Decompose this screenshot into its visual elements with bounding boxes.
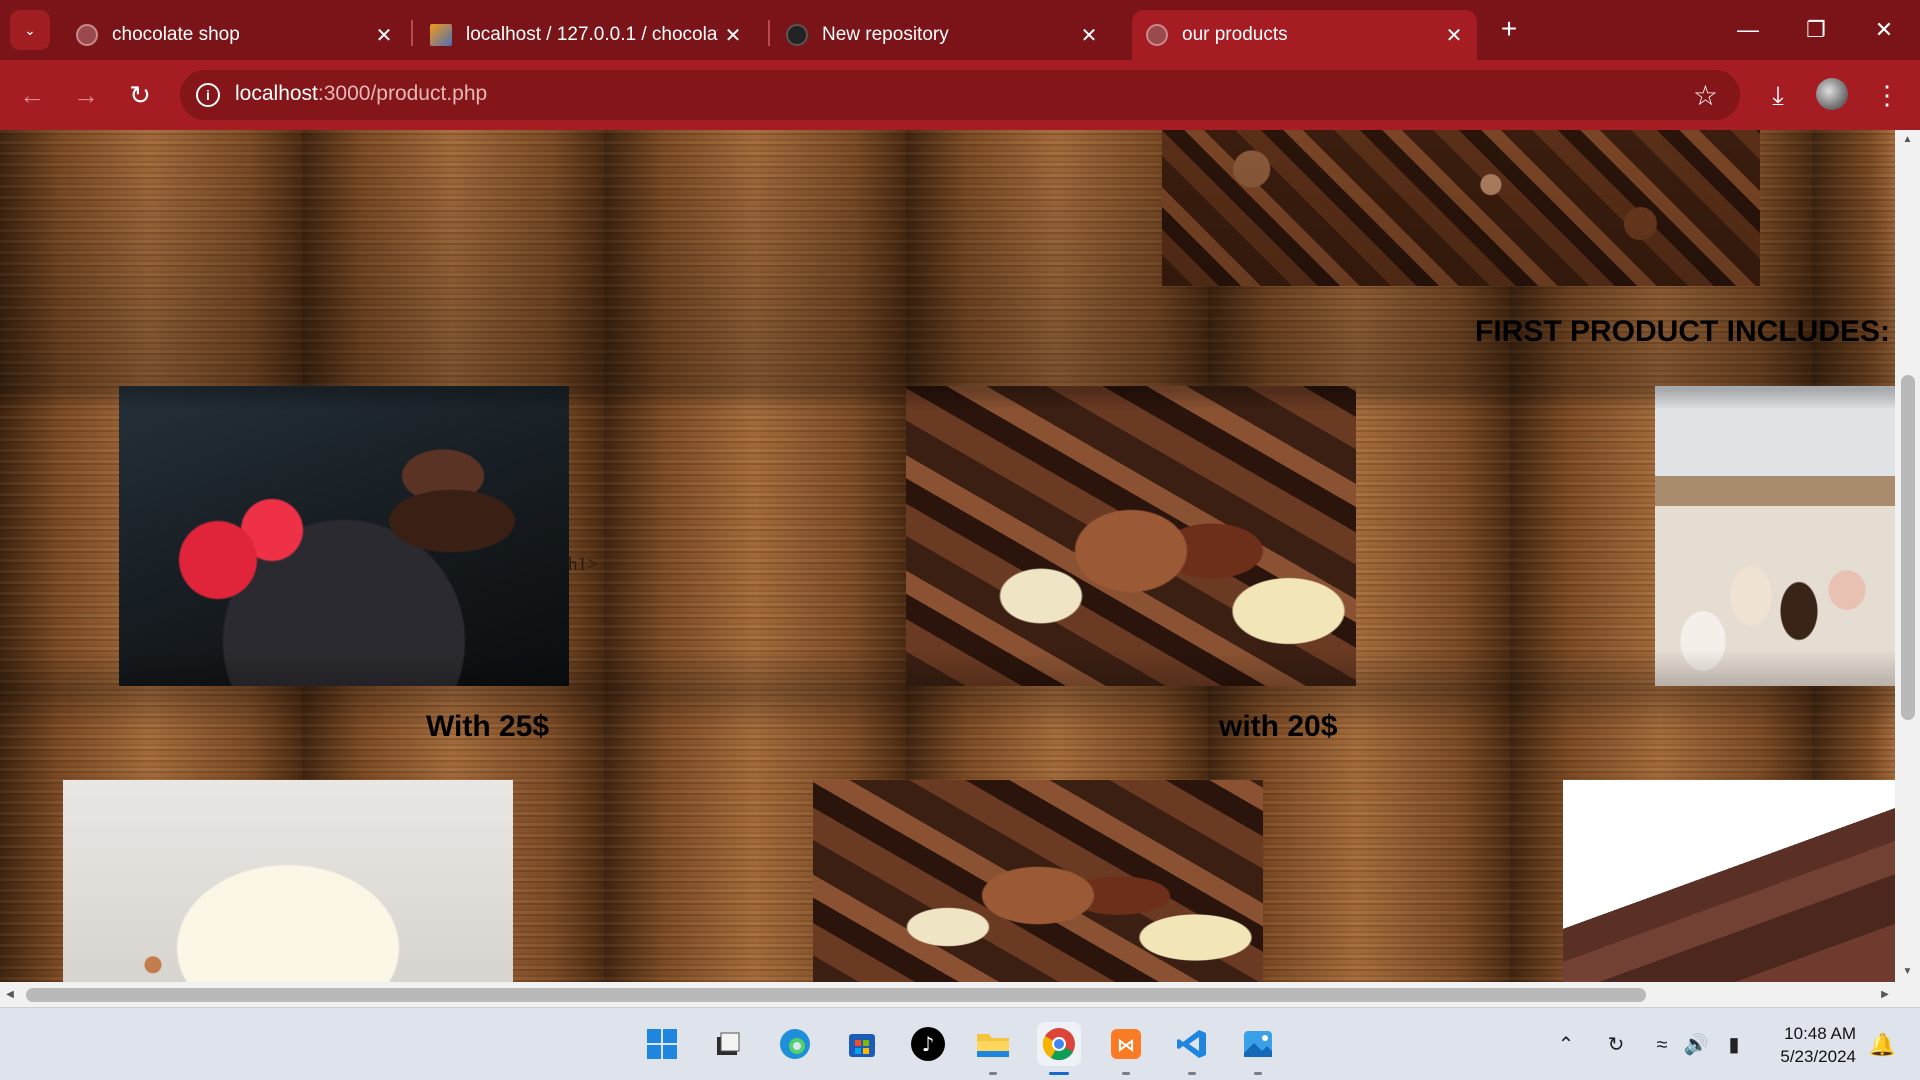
globe-icon xyxy=(76,24,98,46)
tab-separator xyxy=(411,20,413,46)
running-indicator xyxy=(1188,1072,1196,1075)
vertical-scrollbar[interactable]: ▲ ▼ xyxy=(1895,130,1920,982)
tab-label: New repository xyxy=(822,24,949,45)
arrow-left-icon: ← xyxy=(19,80,45,110)
system-clock[interactable]: 10:48 AM 5/23/2024 xyxy=(1780,1022,1856,1068)
vertical-scroll-thumb[interactable] xyxy=(1901,375,1915,720)
edge-icon[interactable] xyxy=(773,1022,817,1066)
new-tab-button[interactable]: + xyxy=(1492,12,1526,46)
close-icon[interactable]: ✕ xyxy=(1439,23,1469,48)
scrollbar-corner xyxy=(1895,982,1920,1007)
close-window-button[interactable]: ✕ xyxy=(1864,12,1904,48)
donut-display-image xyxy=(1655,386,1895,686)
url-host: localhost xyxy=(235,82,318,105)
browser-toolbar: ← → ↻ i localhost:3000/product.php ☆ ⤓ ⋮ xyxy=(0,60,1920,130)
chevron-down-icon: ⌄ xyxy=(24,21,36,38)
arrow-right-icon: → xyxy=(73,80,99,110)
volume-icon[interactable]: 🔊 xyxy=(1681,1030,1711,1060)
price-label-2: with 20$ xyxy=(1219,710,1338,743)
scroll-right-arrow-icon[interactable]: ▶ xyxy=(1875,982,1895,1007)
microsoft-store-icon[interactable] xyxy=(840,1022,884,1066)
reload-button[interactable]: ↻ xyxy=(122,77,158,113)
address-bar[interactable]: i localhost:3000/product.php ☆ xyxy=(180,70,1740,120)
svg-text:⋈: ⋈ xyxy=(1117,1035,1135,1056)
github-icon xyxy=(786,24,808,46)
file-explorer-icon[interactable] xyxy=(971,1022,1015,1075)
info-icon[interactable]: i xyxy=(196,83,220,107)
running-indicator xyxy=(989,1072,997,1075)
tab-phpmyadmin[interactable]: localhost / 127.0.0.1 / chocolate ✕ xyxy=(416,10,756,60)
reload-icon: ↻ xyxy=(129,80,151,110)
scroll-down-arrow-icon[interactable]: ▼ xyxy=(1895,962,1920,982)
close-icon[interactable]: ✕ xyxy=(718,23,748,48)
tab-separator xyxy=(768,20,770,46)
photos-icon[interactable] xyxy=(1236,1022,1280,1075)
url-path: :3000/product.php xyxy=(317,82,488,105)
horizontal-scrollbar[interactable]: ◀ ▶ xyxy=(0,982,1895,1007)
running-indicator xyxy=(1049,1072,1069,1075)
download-icon: ⤓ xyxy=(1772,80,1784,110)
minimize-button[interactable]: — xyxy=(1728,12,1768,48)
xampp-icon[interactable]: ⋈ xyxy=(1104,1022,1148,1075)
scroll-up-arrow-icon[interactable]: ▲ xyxy=(1895,130,1920,150)
restore-icon: ❐ xyxy=(1806,17,1826,42)
tab-new-repository[interactable]: New repository ✕ xyxy=(772,10,1112,60)
tab-label: localhost / 127.0.0.1 / chocolate xyxy=(466,24,718,45)
svg-text:♪: ♪ xyxy=(922,1032,935,1056)
tiktok-icon[interactable]: ♪ xyxy=(906,1022,950,1066)
clock-time: 10:48 AM xyxy=(1784,1024,1856,1043)
wifi-icon[interactable]: ≈ xyxy=(1647,1030,1677,1060)
globe-icon xyxy=(1146,24,1168,46)
avatar[interactable] xyxy=(1816,78,1848,110)
chocolate-assortment-image-2 xyxy=(813,780,1263,982)
scroll-left-arrow-icon[interactable]: ◀ xyxy=(0,982,20,1007)
running-indicator xyxy=(1254,1072,1262,1075)
file-explorer-alt-icon[interactable] xyxy=(706,1022,750,1066)
close-icon[interactable]: ✕ xyxy=(369,23,399,48)
sync-icon[interactable]: ↻ xyxy=(1601,1030,1631,1060)
menu-button[interactable]: ⋮ xyxy=(1868,76,1906,114)
tab-label: chocolate shop xyxy=(112,24,240,45)
notification-bell-icon[interactable]: 🔔 xyxy=(1869,1032,1896,1058)
url-text[interactable]: localhost:3000/product.php xyxy=(235,82,487,106)
restore-button[interactable]: ❐ xyxy=(1796,12,1836,48)
price-label-1: With 25$ xyxy=(426,710,550,743)
phpmyadmin-icon xyxy=(430,24,452,46)
windows-start-icon[interactable] xyxy=(640,1022,684,1066)
close-icon: ✕ xyxy=(1874,17,1894,42)
minimize-icon: — xyxy=(1737,17,1759,42)
tab-label: our products xyxy=(1182,24,1288,45)
tab-chocolate-shop[interactable]: chocolate shop ✕ xyxy=(62,10,407,60)
star-icon[interactable]: ☆ xyxy=(1693,79,1718,112)
chrome-icon[interactable] xyxy=(1037,1022,1081,1075)
tab-our-products[interactable]: our products ✕ xyxy=(1132,10,1477,60)
raspberry-chocolate-image xyxy=(119,386,569,686)
chocolate-pile-image xyxy=(1162,130,1760,286)
download-button[interactable]: ⤓ xyxy=(1759,76,1797,114)
white-chocolate-image xyxy=(63,780,513,982)
horizontal-scroll-thumb[interactable] xyxy=(26,988,1646,1002)
milk-chocolate-bar-image xyxy=(1563,780,1895,982)
taskbar: ♪ ⋈ ⌃ ↻ ≈ 🔊 ▮ 10:48 AM 5/23/2024 🔔 xyxy=(0,1007,1920,1080)
products-page: FIRST PRODUCT INCLUDES: h1> With 25$ wit… xyxy=(0,130,1895,982)
running-indicator xyxy=(1122,1072,1130,1075)
back-button[interactable]: ← xyxy=(14,77,50,113)
tab-strip: ⌄ chocolate shop ✕ localhost / 127.0.0.1… xyxy=(0,0,1920,60)
vscode-icon[interactable] xyxy=(1170,1022,1214,1075)
tab-search-button[interactable]: ⌄ xyxy=(10,10,50,50)
close-icon[interactable]: ✕ xyxy=(1074,23,1104,48)
kebab-menu-icon: ⋮ xyxy=(1874,80,1900,110)
stray-text: h1> xyxy=(568,554,598,575)
chocolate-assortment-image xyxy=(906,386,1356,686)
first-product-heading: FIRST PRODUCT INCLUDES: xyxy=(1475,315,1890,348)
battery-icon[interactable]: ▮ xyxy=(1719,1030,1749,1060)
forward-button[interactable]: → xyxy=(68,77,104,113)
chevron-up-icon[interactable]: ⌃ xyxy=(1551,1030,1581,1060)
clock-date: 5/23/2024 xyxy=(1780,1047,1856,1066)
